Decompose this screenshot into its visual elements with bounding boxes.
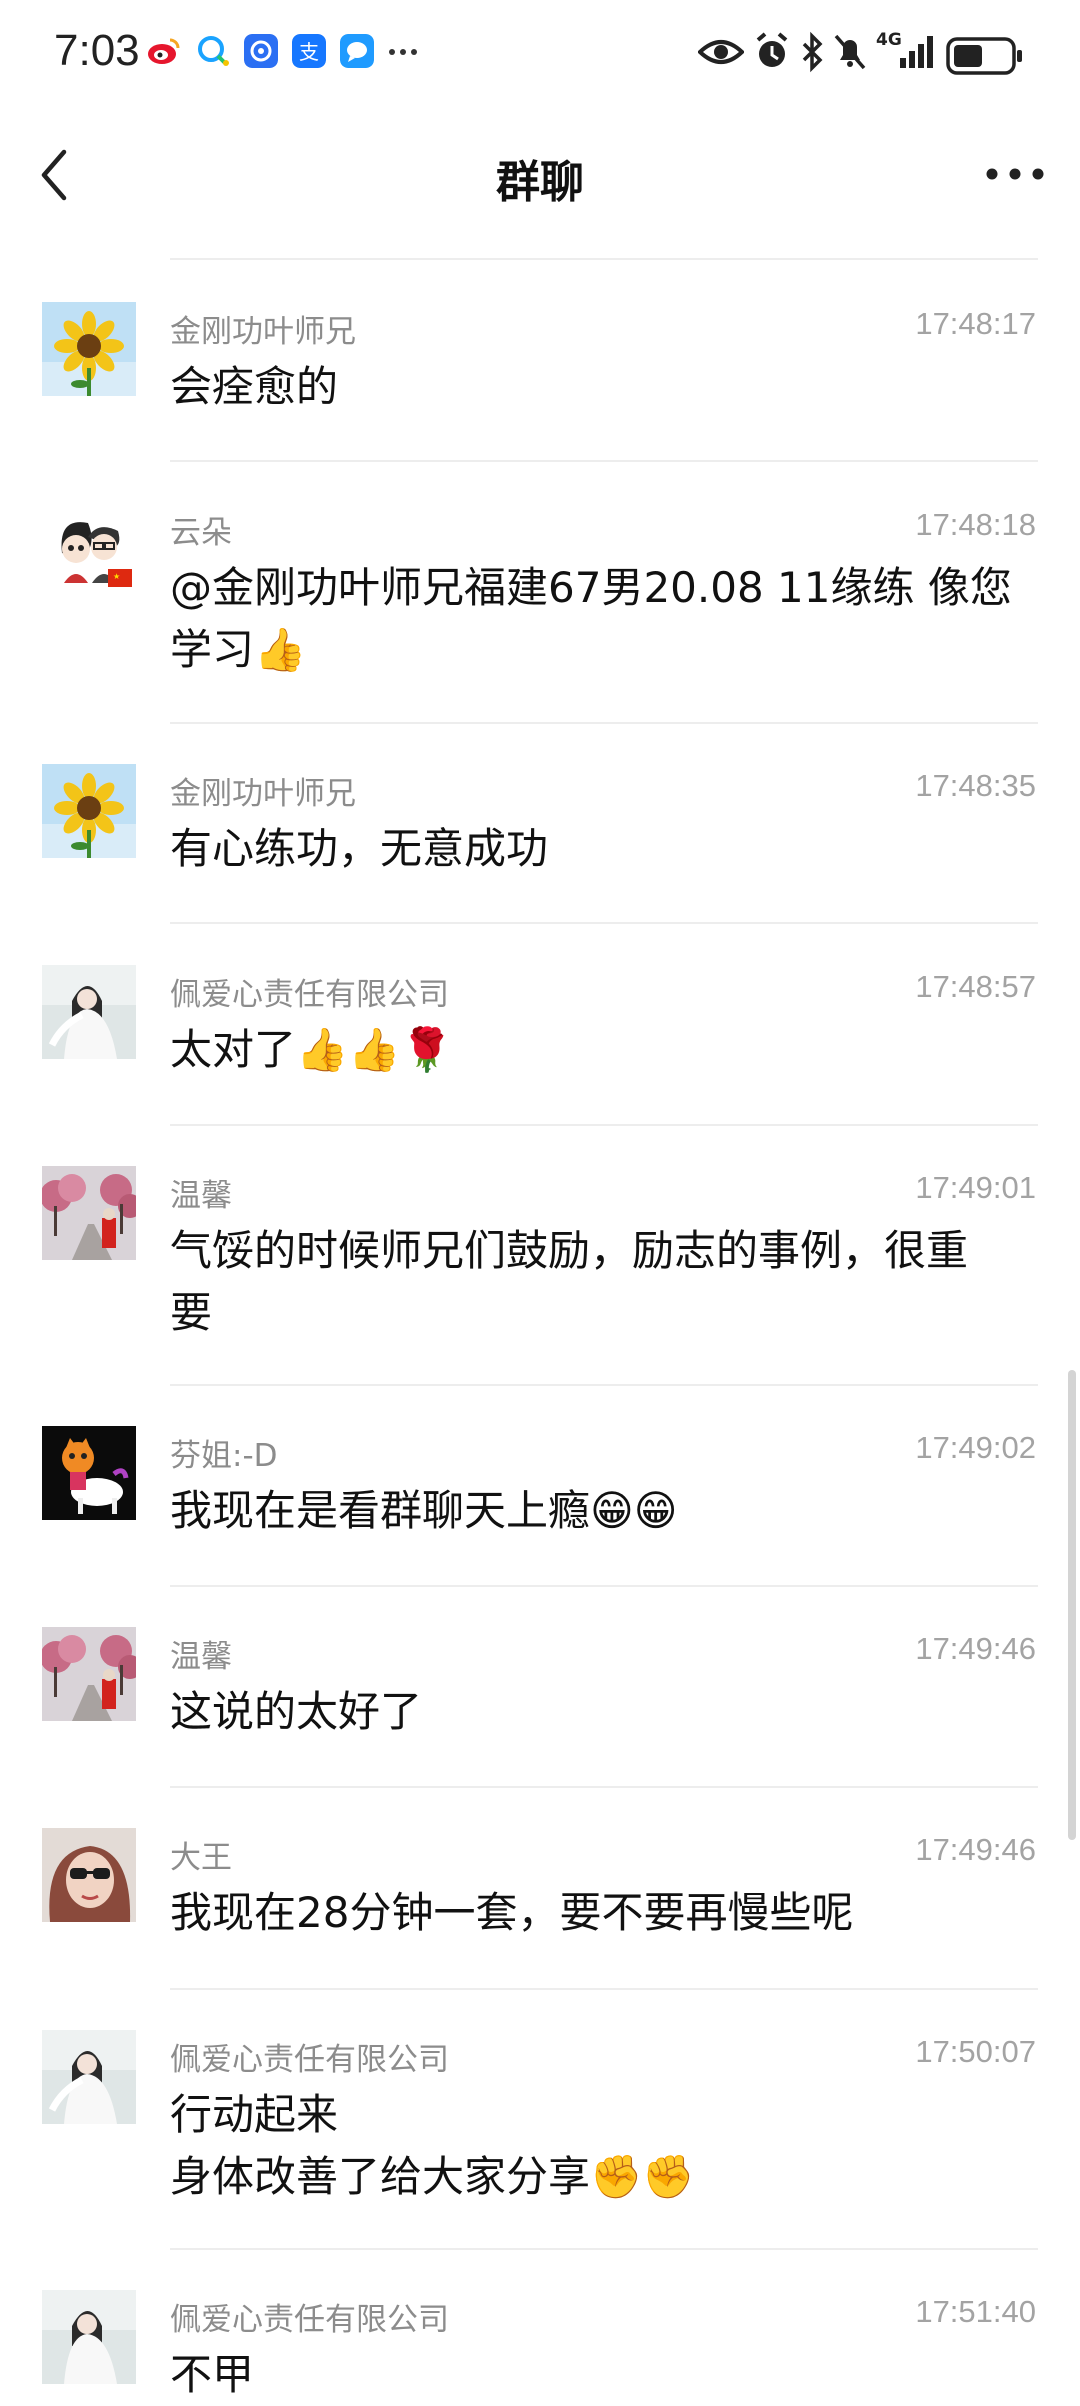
app-icon [244,34,278,68]
list-divider [170,722,1038,724]
message-time: 17:49:46 [915,1631,1036,1666]
scrollbar[interactable] [1068,1370,1076,1840]
sender-name: 云朵 [170,515,232,551]
more-dots-icon[interactable] [980,148,1050,200]
message-time: 17:48:57 [915,969,1036,1004]
sender-name: 金刚功叶师兄 [170,314,356,350]
list-divider [170,460,1038,462]
list-divider [170,1988,1038,1990]
message-text: 这说的太好了 [170,1687,423,1736]
sender-name: 佩爱心责任有限公司 [170,977,449,1013]
avatar-woman-sunglasses[interactable] [42,1828,136,1922]
list-divider [170,258,1038,260]
svg-text:★: ★ [113,572,120,581]
weibo-icon [148,38,180,64]
avatar-woman-white-dress[interactable] [42,2290,136,2384]
status-time: 7:03 [54,26,140,75]
page-title: 群聊 [496,157,584,208]
chat-header: 群聊 [0,110,1080,238]
sender-name: 佩爱心责任有限公司 [170,2042,449,2078]
message-text: 行动起来 身体改善了给大家分享✊✊ [170,2090,695,2201]
message-time: 17:48:18 [915,507,1036,542]
list-divider [170,2248,1038,2250]
more-notifications-icon [389,49,417,55]
message-text: 会痊愈的 [170,362,339,411]
avatar-blossom-road[interactable] [42,1166,136,1260]
signal-4g-icon: 4G [876,30,938,74]
message-time: 17:48:35 [915,768,1036,803]
list-divider [170,1786,1038,1788]
message-text: 我现在是看群聊天上瘾😁😁 [170,1486,678,1535]
avatar-woman-white-dress[interactable] [42,2030,136,2124]
message-text: 太对了👍👍🌹 [170,1025,453,1074]
eye-icon [698,40,744,64]
bluetooth-icon [802,31,823,73]
message-text: @金刚功叶师兄福建67男20.08 11缘练 像您 学习👍 [170,563,1012,674]
avatar-sunflower[interactable] [42,764,136,858]
sender-name: 佩爱心责任有限公司 [170,2302,449,2338]
avatar-blossom-road[interactable] [42,1627,136,1721]
sender-name: 温馨 [170,1178,232,1214]
avatar-tiger-cartoon[interactable] [42,1426,136,1520]
list-divider [170,922,1038,924]
list-divider [170,1384,1038,1386]
avatar-cartoon-couple[interactable]: ★ [42,503,136,597]
svg-text:支: 支 [299,40,319,64]
message-text: 不甲 [170,2350,255,2399]
sender-name: 金刚功叶师兄 [170,776,356,812]
message-text: 气馁的时候师兄们鼓励，励志的事例，很重 要 [170,1226,969,1337]
avatar-sunflower[interactable] [42,302,136,396]
avatar-woman-white-dress[interactable] [42,965,136,1059]
battery-icon [946,37,1022,75]
message-time: 17:50:07 [915,2034,1036,2069]
sender-name: 温馨 [170,1639,232,1675]
alipay-icon: 支 [292,34,326,68]
message-text: 有心练功，无意成功 [170,824,549,873]
status-bar: 7:03 支 4G [0,0,1080,110]
message-time: 17:49:46 [915,1832,1036,1867]
message-time: 17:49:02 [915,1430,1036,1465]
list-divider [170,1124,1038,1126]
message-icon [340,34,374,68]
mute-icon [834,34,866,70]
list-divider [170,1585,1038,1587]
qq-browser-icon [198,36,229,66]
message-time: 17:49:01 [915,1170,1036,1205]
message-time: 17:51:40 [915,2294,1036,2329]
alarm-icon [756,32,788,67]
message-text: 我现在28分钟一套，要不要再慢些呢 [170,1888,854,1937]
sender-name: 芬姐:-D [170,1438,278,1474]
message-time: 17:48:17 [915,306,1036,341]
sender-name: 大王 [170,1840,232,1876]
